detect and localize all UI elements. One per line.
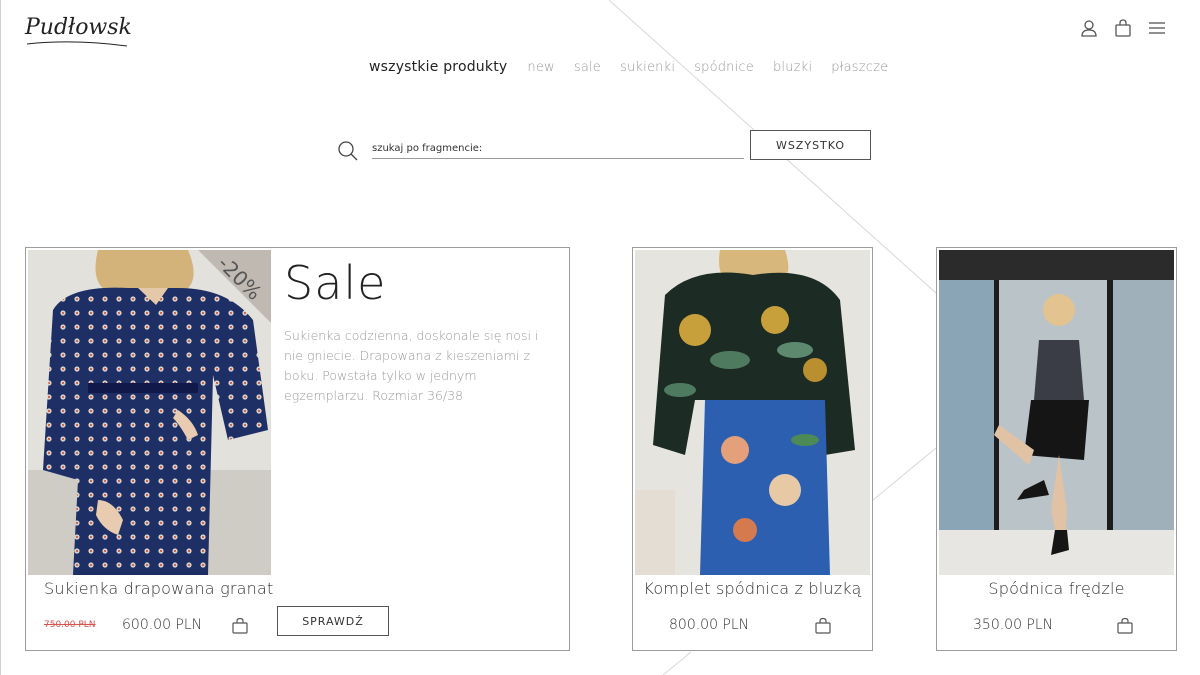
product-price: 600.00 PLN <box>122 617 203 633</box>
nav-item-coats[interactable]: płaszcze <box>831 60 888 75</box>
product-price: 800.00 PLN <box>669 617 750 633</box>
check-product-button[interactable]: SPRAWDŹ <box>277 606 389 636</box>
nav-item-sale[interactable]: sale <box>574 60 601 75</box>
nav-item-skirts[interactable]: spódnice <box>694 60 754 75</box>
nav-item-all-products[interactable]: wszystkie produkty <box>369 59 507 75</box>
brand-logo[interactable]: Pudłowska <box>23 6 131 50</box>
old-price: 750.00 PLN <box>44 620 96 630</box>
search-icon[interactable] <box>337 140 359 162</box>
product-title[interactable]: Komplet spódnica z bluzką <box>633 579 872 598</box>
add-to-cart-icon[interactable] <box>231 617 249 635</box>
header-icons <box>1079 18 1167 38</box>
product-card: Spódnica frędzle 350.00 PLN <box>936 247 1177 651</box>
nav-item-dresses[interactable]: sukienki <box>620 60 675 75</box>
add-to-cart-icon[interactable] <box>1116 617 1134 635</box>
featured-sale-card: -20% Sale Sukienka codzienna, doskonale … <box>25 247 570 651</box>
user-icon[interactable] <box>1079 18 1099 38</box>
nav-item-new[interactable]: new <box>527 60 554 75</box>
add-to-cart-icon[interactable] <box>814 617 832 635</box>
category-nav: wszystkie produkty new sale sukienki spó… <box>369 59 907 75</box>
product-image-navy-dress[interactable] <box>28 250 271 575</box>
brand-logo-text: Pudłowska <box>24 15 131 40</box>
product-title[interactable]: Sukienka drapowana granat <box>44 579 273 598</box>
product-price: 350.00 PLN <box>973 617 1054 633</box>
nav-item-blouses[interactable]: bluzki <box>773 60 812 75</box>
product-image-floral-set[interactable] <box>635 250 870 575</box>
product-image-fringe-skirt[interactable] <box>939 250 1174 575</box>
sale-heading: Sale <box>284 256 387 310</box>
product-card: Komplet spódnica z bluzką 800.00 PLN <box>632 247 873 651</box>
show-all-button[interactable]: WSZYSTKO <box>750 130 871 160</box>
bag-icon[interactable] <box>1113 18 1133 38</box>
menu-icon[interactable] <box>1147 18 1167 38</box>
product-title[interactable]: Spódnica frędzle <box>937 579 1176 598</box>
search-input[interactable] <box>372 138 744 159</box>
sale-description: Sukienka codzienna, doskonale się nosi i… <box>284 328 539 403</box>
